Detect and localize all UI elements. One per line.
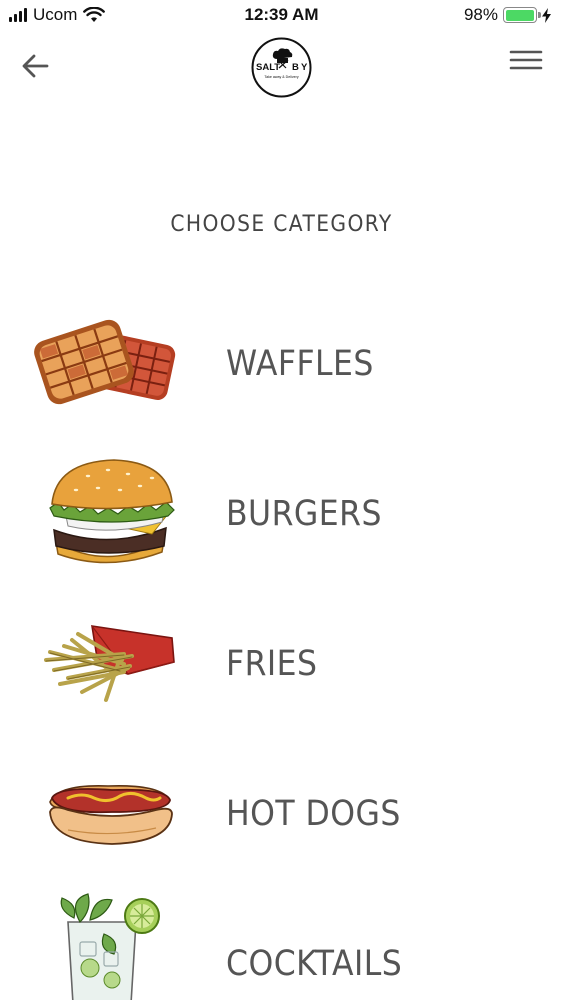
- back-button[interactable]: [18, 48, 54, 84]
- cocktail-illustration: [60, 893, 160, 1000]
- battery-icon: [503, 7, 541, 23]
- hotdog-illustration: [49, 784, 173, 845]
- logo-text-right-end: Y: [301, 62, 308, 73]
- status-right: 98%: [464, 5, 551, 25]
- status-bar: Ucom 12:39 AM 98%: [0, 0, 563, 32]
- hamburger-menu-icon: [509, 50, 543, 70]
- category-label: FRIES: [226, 644, 318, 684]
- category-label: COCKTAILS: [226, 944, 403, 984]
- battery-level: [505, 9, 534, 21]
- menu-button[interactable]: [504, 44, 548, 78]
- page-title: CHOOSE CATEGORY: [170, 212, 393, 237]
- fries-illustration: [44, 625, 175, 702]
- category-hotdogs[interactable]: HOT DOGS: [0, 754, 563, 874]
- brand-logo[interactable]: SALT B Y Take away & Delivery: [251, 37, 312, 98]
- category-waffles[interactable]: WAFFLES: [0, 304, 563, 424]
- category-burgers[interactable]: BURGERS: [0, 454, 563, 574]
- burger-illustration: [49, 459, 175, 564]
- category-cocktails[interactable]: COCKTAILS: [0, 893, 563, 1000]
- category-label: BURGERS: [226, 494, 382, 534]
- logo-text-left: SALT: [256, 62, 280, 73]
- logo-tagline: Take away & Delivery: [264, 75, 299, 79]
- battery-percent: 98%: [463, 5, 498, 24]
- arrow-left-icon: [22, 54, 49, 78]
- category-fries[interactable]: FRIES: [0, 604, 563, 724]
- logo-text-right: B: [292, 62, 299, 73]
- category-label: HOT DOGS: [226, 794, 401, 834]
- category-label: WAFFLES: [226, 344, 374, 384]
- charging-bolt-icon: [542, 7, 551, 23]
- waffles-illustration: [34, 319, 176, 405]
